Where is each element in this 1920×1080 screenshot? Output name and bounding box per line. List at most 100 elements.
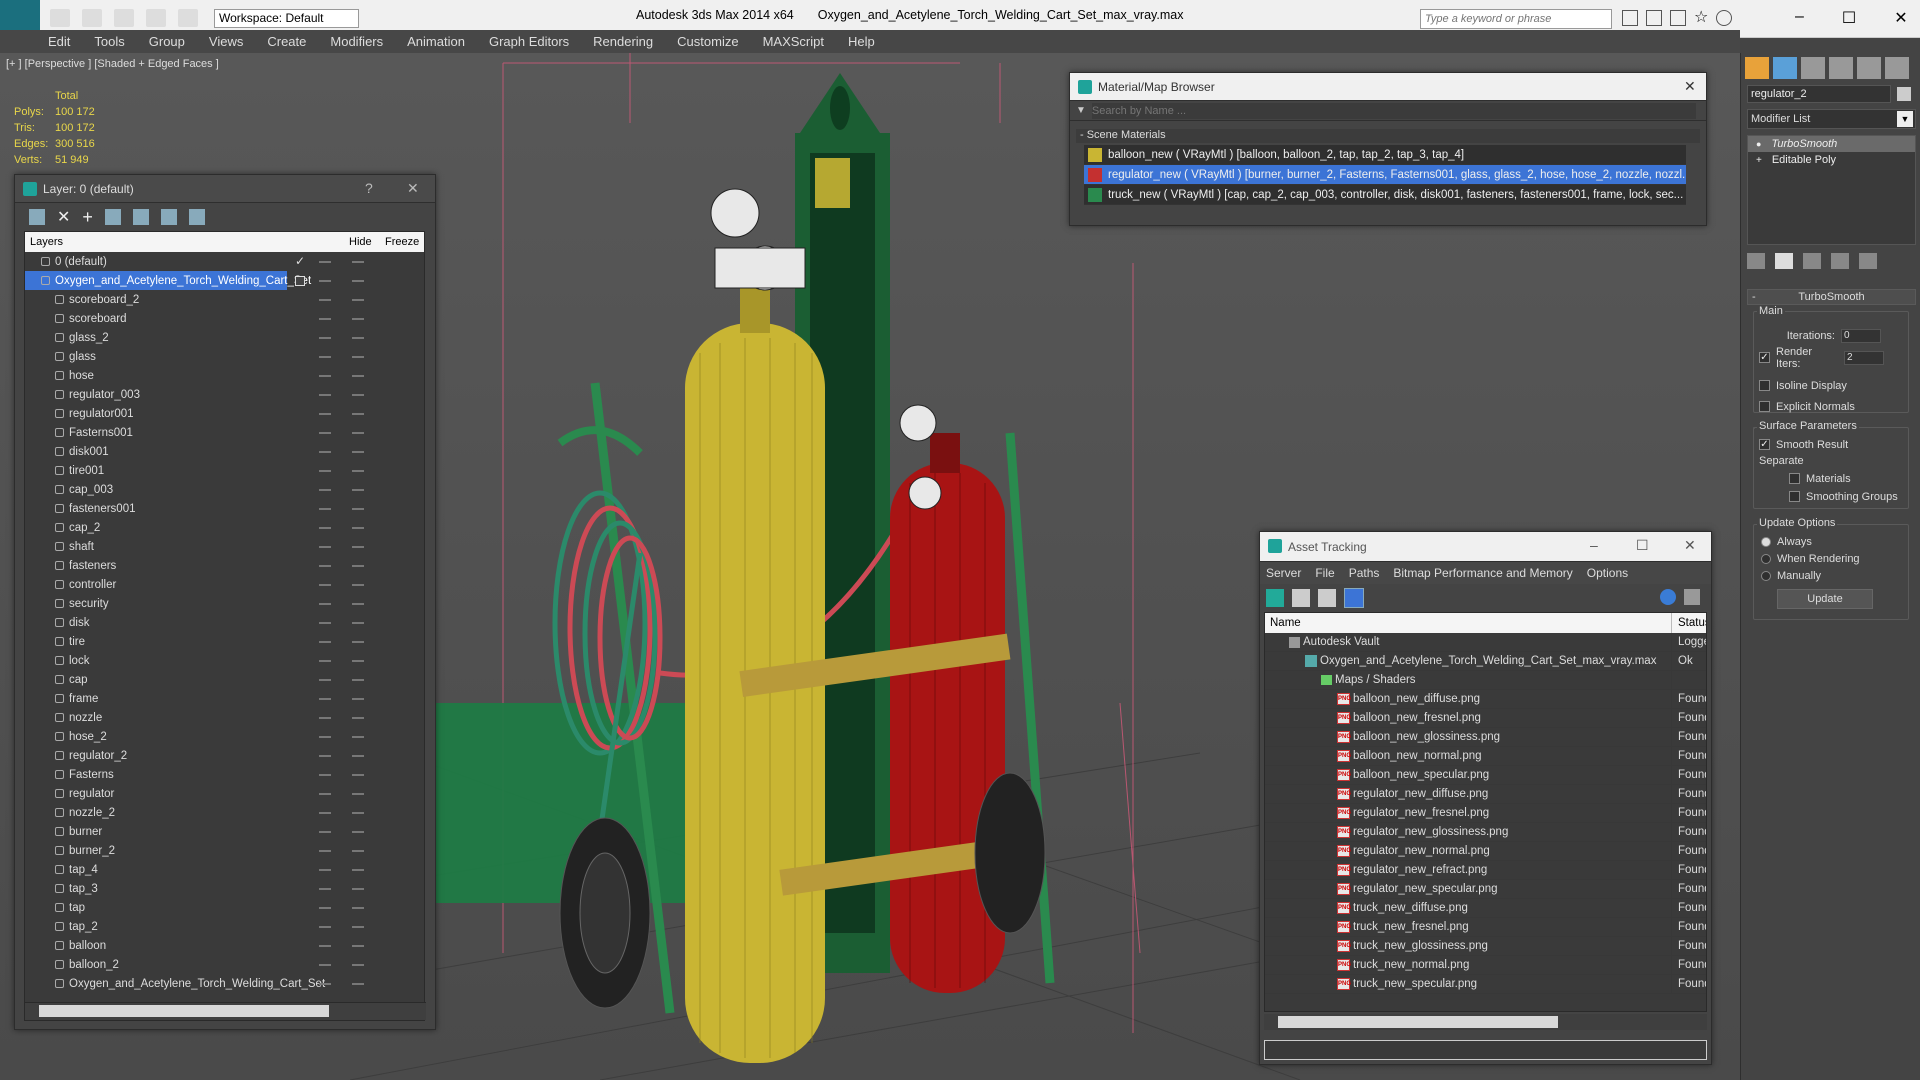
object-row[interactable]: tap	[25, 898, 424, 917]
object-name-input[interactable]	[1747, 85, 1891, 103]
smooth-result-checkbox[interactable]: ✓	[1759, 439, 1770, 450]
delete-layer-icon[interactable]: ✕	[57, 207, 70, 227]
freeze-toggle[interactable]	[352, 508, 364, 510]
object-row[interactable]: cap_003	[25, 480, 424, 499]
object-row[interactable]: balloon_2	[25, 955, 424, 974]
menu-item-maxscript[interactable]: MAXScript	[763, 34, 824, 49]
hide-toggle[interactable]	[319, 451, 331, 453]
freeze-toggle[interactable]	[352, 793, 364, 795]
close-icon[interactable]: ✕	[1894, 8, 1907, 28]
remove-modifier-icon[interactable]	[1831, 253, 1849, 269]
filter-icon[interactable]: ▼	[1076, 105, 1086, 116]
asset-scroll-thumb[interactable]	[1278, 1016, 1558, 1028]
map-row[interactable]: PNGtruck_new_diffuse.png Found	[1265, 898, 1706, 918]
freeze-toggle[interactable]	[352, 926, 364, 928]
object-row[interactable]: tire001	[25, 461, 424, 480]
asset-path-field[interactable]	[1264, 1040, 1707, 1060]
layer-row[interactable]: 0 (default) ✓	[25, 252, 424, 271]
freeze-toggle[interactable]	[352, 318, 364, 320]
asset-tracking-titlebar[interactable]: Asset Tracking – ☐ ✕	[1260, 532, 1711, 562]
hide-toggle[interactable]	[319, 299, 331, 301]
freeze-toggle[interactable]	[352, 679, 364, 681]
freeze-toggle[interactable]	[352, 831, 364, 833]
select-objects-icon[interactable]	[104, 209, 121, 225]
asset-settings-icon[interactable]	[1684, 589, 1700, 605]
freeze-toggle[interactable]	[352, 983, 364, 985]
hide-toggle[interactable]	[319, 698, 331, 700]
freeze-column-header[interactable]: Freeze	[385, 236, 419, 248]
map-row[interactable]: PNGregulator_new_glossiness.png Found	[1265, 822, 1706, 842]
object-row[interactable]: tap_3	[25, 879, 424, 898]
freeze-toggle[interactable]	[352, 394, 364, 396]
object-row[interactable]: nozzle	[25, 708, 424, 727]
map-row[interactable]: PNGregulator_new_specular.png Found	[1265, 879, 1706, 899]
hide-column-header[interactable]: Hide	[349, 236, 372, 248]
freeze-toggle[interactable]	[352, 717, 364, 719]
object-row[interactable]: frame	[25, 689, 424, 708]
object-row[interactable]: disk	[25, 613, 424, 632]
menu-item-edit[interactable]: Edit	[48, 34, 70, 49]
object-row[interactable]: regulator_2	[25, 746, 424, 765]
hide-toggle[interactable]	[319, 679, 331, 681]
menu-item-rendering[interactable]: Rendering	[593, 34, 653, 49]
freeze-toggle[interactable]	[352, 451, 364, 453]
chevron-down-icon[interactable]: ▼	[1897, 111, 1913, 127]
hide-toggle[interactable]	[319, 888, 331, 890]
menu-item-group[interactable]: Group	[149, 34, 185, 49]
keyword-search-input[interactable]	[1421, 10, 1607, 28]
object-row[interactable]: burner_2	[25, 841, 424, 860]
hide-toggle[interactable]	[319, 356, 331, 358]
hide-toggle[interactable]	[319, 717, 331, 719]
hide-toggle[interactable]	[319, 622, 331, 624]
menu-item-help[interactable]: Help	[848, 34, 875, 49]
render-iters-checkbox[interactable]: ✓	[1759, 352, 1770, 363]
iterations-spinner[interactable]: 0	[1841, 328, 1881, 343]
menu-item-customize[interactable]: Customize	[677, 34, 738, 49]
hide-toggle[interactable]	[319, 983, 331, 985]
object-row[interactable]: nozzle_2	[25, 803, 424, 822]
map-row[interactable]: PNGballoon_new_normal.png Found	[1265, 746, 1706, 766]
map-row[interactable]: PNGtruck_new_specular.png Found	[1265, 974, 1706, 994]
hide-toggle[interactable]	[319, 375, 331, 377]
hide-toggle[interactable]	[319, 432, 331, 434]
object-row[interactable]: tire	[25, 632, 424, 651]
lightbulb-icon[interactable]: ●	[1756, 139, 1761, 149]
make-unique-icon[interactable]	[1803, 253, 1821, 269]
freeze-toggle[interactable]	[352, 660, 364, 662]
when-rendering-radio[interactable]	[1761, 553, 1771, 564]
freeze-toggle[interactable]	[352, 964, 364, 966]
asset-close-icon[interactable]: ✕	[1684, 538, 1696, 552]
menu-item-animation[interactable]: Animation	[407, 34, 465, 49]
status-column-header[interactable]: Status	[1671, 613, 1706, 633]
maximize-icon[interactable]: ☐	[1842, 8, 1856, 28]
freeze-toggle[interactable]	[352, 261, 364, 263]
freeze-toggle[interactable]	[352, 641, 364, 643]
hide-toggle[interactable]	[319, 926, 331, 928]
smoothing-groups-checkbox[interactable]	[1789, 491, 1800, 502]
cart-icon[interactable]	[1670, 10, 1686, 26]
max-file-row[interactable]: Oxygen_and_Acetylene_Torch_Welding_Cart_…	[1265, 651, 1706, 671]
stack-item-turbosmooth[interactable]: ● TurboSmooth	[1748, 136, 1915, 152]
hide-toggle[interactable]	[319, 565, 331, 567]
freeze-toggle[interactable]	[352, 622, 364, 624]
map-row[interactable]: PNGballoon_new_fresnel.png Found	[1265, 708, 1706, 728]
hide-toggle[interactable]	[319, 641, 331, 643]
set-current-layer-icon[interactable]	[295, 276, 305, 286]
hide-toggle[interactable]	[319, 337, 331, 339]
star-icon[interactable]: ☆	[1694, 10, 1708, 26]
object-row[interactable]: glass	[25, 347, 424, 366]
map-row[interactable]: PNGtruck_new_fresnel.png Found	[1265, 917, 1706, 937]
object-color-swatch[interactable]	[1897, 87, 1911, 101]
map-row[interactable]: PNGballoon_new_diffuse.png Found	[1265, 689, 1706, 709]
menu-item-graph-editors[interactable]: Graph Editors	[489, 34, 569, 49]
manually-radio[interactable]	[1761, 570, 1771, 581]
refresh-icon[interactable]	[1266, 589, 1284, 607]
asset-maximize-icon[interactable]: ☐	[1636, 538, 1649, 552]
freeze-toggle[interactable]	[352, 470, 364, 472]
modify-tab-icon[interactable]	[1773, 57, 1797, 79]
hide-toggle[interactable]	[319, 755, 331, 757]
minimize-icon[interactable]: –	[1795, 8, 1804, 28]
material-row[interactable]: regulator_new ( VRayMtl ) [burner, burne…	[1084, 165, 1686, 185]
explicit-normals-checkbox[interactable]	[1759, 401, 1770, 412]
object-row[interactable]: fasteners001	[25, 499, 424, 518]
